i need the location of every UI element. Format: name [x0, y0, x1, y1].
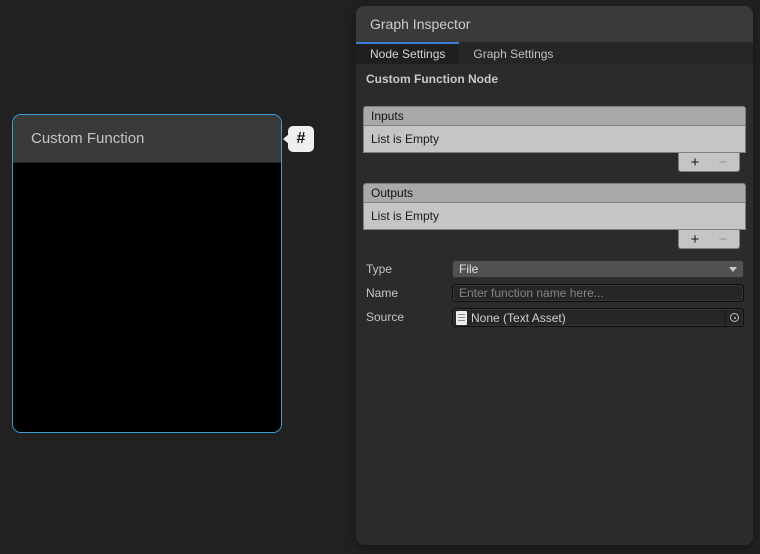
name-label: Name: [366, 286, 452, 300]
node-header[interactable]: Custom Function: [13, 115, 281, 163]
inspector-body: Custom Function Node Inputs List is Empt…: [356, 64, 753, 326]
object-picker-button[interactable]: [725, 309, 743, 326]
section-title: Custom Function Node: [366, 72, 744, 86]
tab-node-settings-label: Node Settings: [370, 47, 445, 61]
type-dropdown[interactable]: File: [452, 260, 744, 278]
outputs-list-header-label: Outputs: [371, 186, 413, 200]
outputs-remove-button[interactable]: −: [709, 231, 737, 248]
inputs-list-empty-label: List is Empty: [371, 132, 439, 146]
source-object-value: None (Text Asset): [471, 311, 566, 325]
outputs-add-button[interactable]: +: [681, 231, 709, 248]
function-name-input[interactable]: [452, 284, 744, 302]
inputs-list-header: Inputs: [363, 106, 746, 125]
inputs-list: Inputs List is Empty + −: [363, 106, 746, 172]
outputs-list: Outputs List is Empty + −: [363, 183, 746, 249]
inputs-list-header-label: Inputs: [371, 109, 404, 123]
outputs-list-footer-row: + −: [363, 230, 746, 249]
type-row: Type File: [366, 260, 744, 278]
object-picker-icon: [730, 313, 739, 322]
hash-badge-icon[interactable]: #: [288, 126, 314, 152]
outputs-list-footer: + −: [678, 230, 740, 249]
text-asset-icon: [456, 311, 467, 325]
outputs-list-empty-label: List is Empty: [371, 209, 439, 223]
source-label: Source: [366, 310, 452, 324]
inputs-list-empty-row: List is Empty: [363, 125, 746, 153]
graph-inspector-panel: Graph Inspector Node Settings Graph Sett…: [356, 6, 753, 545]
tab-graph-settings[interactable]: Graph Settings: [459, 42, 567, 64]
inputs-remove-button[interactable]: −: [709, 154, 737, 171]
chevron-down-icon: [729, 267, 737, 272]
custom-function-node[interactable]: Custom Function: [12, 114, 282, 433]
hash-badge-label: #: [297, 130, 306, 148]
tab-strip: Node Settings Graph Settings: [356, 42, 753, 64]
type-dropdown-value: File: [459, 262, 478, 276]
source-object-field[interactable]: None (Text Asset): [452, 308, 744, 327]
inputs-add-button[interactable]: +: [681, 154, 709, 171]
tab-graph-settings-label: Graph Settings: [473, 47, 553, 61]
inputs-list-footer-row: + −: [363, 153, 746, 172]
inputs-list-footer: + −: [678, 153, 740, 172]
type-label: Type: [366, 262, 452, 276]
node-title: Custom Function: [31, 130, 144, 147]
node-preview-body: [13, 163, 281, 433]
outputs-list-header: Outputs: [363, 183, 746, 202]
tab-node-settings[interactable]: Node Settings: [356, 42, 459, 64]
inspector-titlebar[interactable]: Graph Inspector: [356, 6, 753, 42]
name-row: Name: [366, 284, 744, 302]
source-row: Source None (Text Asset): [366, 308, 744, 326]
inspector-title: Graph Inspector: [370, 16, 470, 32]
outputs-list-empty-row: List is Empty: [363, 202, 746, 230]
